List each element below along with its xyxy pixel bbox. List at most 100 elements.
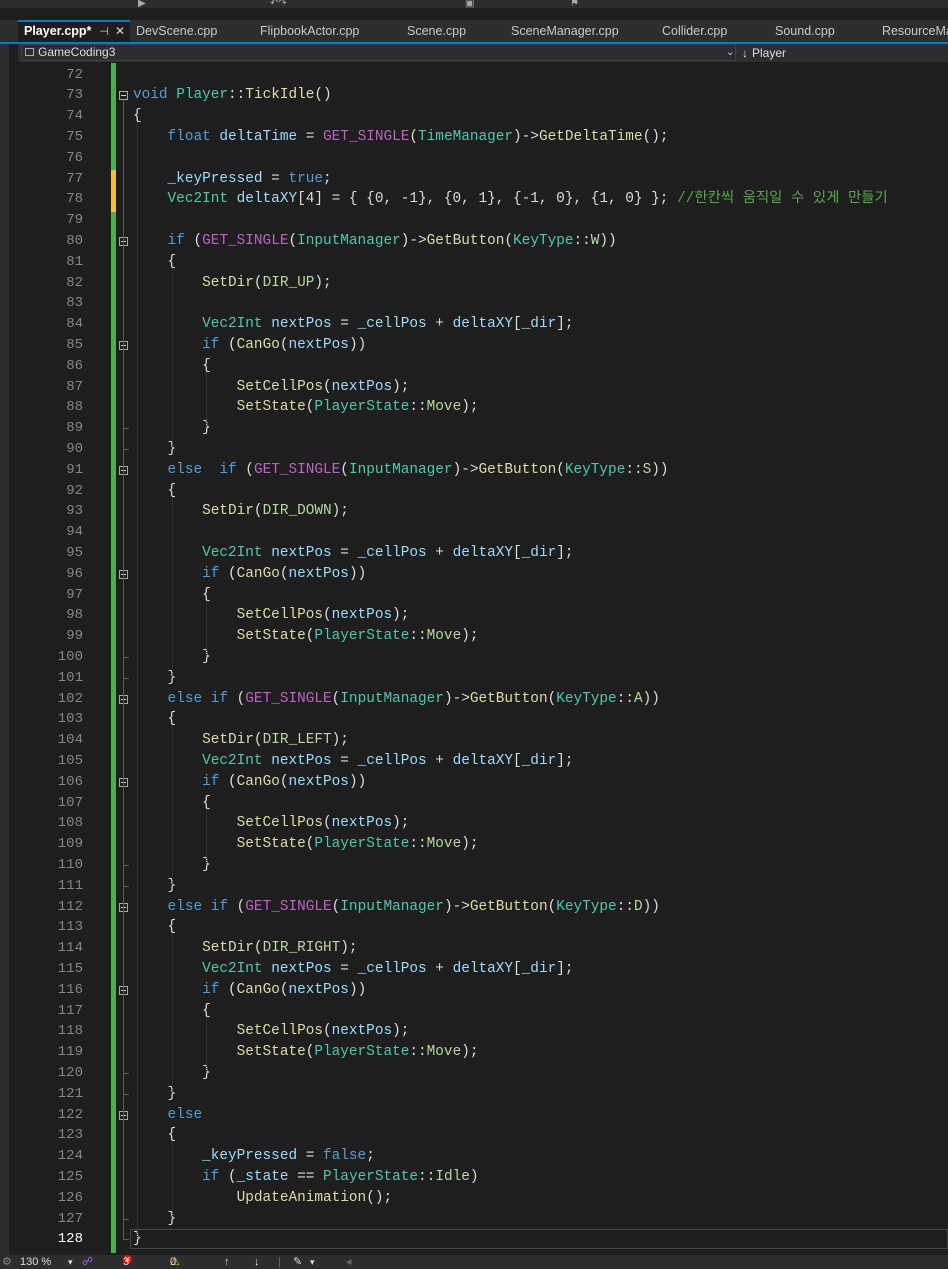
- code-line[interactable]: if (CanGo(nextPos)): [133, 335, 366, 356]
- outline-end: [123, 677, 129, 679]
- code-token: InputManager: [297, 232, 401, 249]
- pin-icon[interactable]: ⊣: [99, 26, 109, 38]
- code-line[interactable]: else if (GET_SINGLE(InputManager)->GetBu…: [133, 897, 660, 918]
- code-token: Vec2Int: [202, 752, 263, 769]
- code-line[interactable]: SetCellPos(nextPos);: [133, 605, 410, 626]
- code-token: if: [202, 565, 220, 582]
- code-token: )): [348, 981, 367, 998]
- code-line[interactable]: {: [133, 1125, 177, 1146]
- line-number: 111: [57, 877, 83, 894]
- code-line[interactable]: }: [133, 668, 177, 689]
- code-line[interactable]: Vec2Int nextPos = _cellPos + deltaXY[_di…: [133, 959, 573, 980]
- play-icon[interactable]: ▶: [138, 0, 146, 8]
- code-token: ::: [573, 232, 591, 249]
- previous-issue-icon[interactable]: ↑: [224, 1255, 230, 1269]
- code-line[interactable]: SetCellPos(nextPos);: [133, 377, 410, 398]
- code-token: (: [228, 690, 246, 707]
- code-line[interactable]: SetState(PlayerState::Move);: [133, 834, 479, 855]
- tab-scene-cpp[interactable]: Scene.cpp: [401, 20, 505, 42]
- code-line[interactable]: }: [133, 1084, 177, 1105]
- code-line[interactable]: SetState(PlayerState::Move);: [133, 1042, 479, 1063]
- tab-resourcemanager-cpp[interactable]: ResourceManager.cpp: [876, 20, 948, 42]
- code-line[interactable]: Vec2Int nextPos = _cellPos + deltaXY[_di…: [133, 543, 573, 564]
- code-line[interactable]: SetState(PlayerState::Move);: [133, 397, 479, 418]
- code-line[interactable]: if (CanGo(nextPos)): [133, 772, 366, 793]
- code-line[interactable]: SetDir(DIR_DOWN);: [133, 501, 349, 522]
- code-line[interactable]: SetDir(DIR_RIGHT);: [133, 938, 357, 959]
- code-token: (: [323, 607, 332, 624]
- code-token: +: [426, 544, 453, 561]
- tab-flipbookactor-cpp[interactable]: FlipbookActor.cpp: [254, 20, 401, 42]
- zoom-level[interactable]: 130 %: [20, 1255, 51, 1269]
- line-number: 79: [66, 212, 83, 229]
- line-number: 100: [57, 648, 83, 665]
- line-number: 86: [66, 357, 83, 374]
- code-line[interactable]: SetDir(DIR_UP);: [133, 273, 332, 294]
- bookmark-icon[interactable]: ⚑: [570, 0, 579, 8]
- code-token: ];: [556, 316, 574, 333]
- code-line[interactable]: else if (GET_SINGLE(InputManager)->GetBu…: [133, 460, 669, 481]
- code-token: [: [513, 960, 522, 977]
- code-token: PlayerState: [314, 836, 410, 853]
- code-token: GET_SINGLE: [323, 128, 410, 145]
- code-line[interactable]: {: [133, 917, 177, 938]
- code-line[interactable]: Vec2Int nextPos = _cellPos + deltaXY[_di…: [133, 751, 573, 772]
- next-issue-icon[interactable]: ↓: [254, 1255, 260, 1269]
- tab-player-cpp[interactable]: Player.cpp* ⊣ ✕: [18, 20, 130, 42]
- step-icons[interactable]: ↶↷: [270, 0, 287, 8]
- code-line[interactable]: _keyPressed = false;: [133, 1146, 375, 1167]
- code-token: GetDeltaTime: [538, 128, 643, 145]
- brush-icon[interactable]: ✎: [293, 1255, 302, 1269]
- zoom-dropdown-icon[interactable]: ▾: [68, 1255, 73, 1269]
- collapse-icon[interactable]: [119, 91, 128, 101]
- code-line[interactable]: else: [133, 1105, 203, 1126]
- line-number: 87: [66, 378, 83, 395]
- code-line[interactable]: {: [133, 252, 177, 273]
- indent-guide: [172, 267, 173, 447]
- tab-sound-cpp[interactable]: Sound.cpp: [769, 20, 876, 42]
- code-line[interactable]: }: [133, 1209, 177, 1230]
- tab-collider-cpp[interactable]: Collider.cpp: [656, 20, 769, 42]
- tab-scenemanager-cpp[interactable]: SceneManager.cpp: [505, 20, 656, 42]
- code-line[interactable]: {: [133, 481, 177, 502]
- close-icon[interactable]: ✕: [115, 24, 125, 38]
- code-line[interactable]: if (CanGo(nextPos)): [133, 980, 366, 1001]
- brush-dropdown-icon[interactable]: ▾: [310, 1255, 315, 1269]
- code-token: Idle: [435, 1168, 470, 1185]
- indent-guide: [172, 933, 173, 1092]
- code-line[interactable]: SetCellPos(nextPos);: [133, 813, 410, 834]
- line-number: 127: [57, 1210, 83, 1227]
- code-line[interactable]: void Player::TickIdle(): [133, 85, 332, 106]
- code-line[interactable]: SetState(PlayerState::Move);: [133, 626, 479, 647]
- code-token: );: [392, 1023, 410, 1040]
- code-token: DIR_RIGHT: [262, 940, 341, 957]
- code-token: TickIdle: [245, 87, 315, 104]
- scope-dropdown[interactable]: ↓ Player: [742, 44, 786, 62]
- code-line[interactable]: }: [133, 439, 177, 460]
- code-token: ::: [625, 461, 643, 478]
- code-line[interactable]: SetDir(DIR_LEFT);: [133, 730, 349, 751]
- chevron-down-icon[interactable]: ⌄: [726, 44, 734, 62]
- code-line[interactable]: float deltaTime = GET_SINGLE(TimeManager…: [133, 127, 669, 148]
- code-line[interactable]: else if (GET_SINGLE(InputManager)->GetBu…: [133, 689, 660, 710]
- code-line[interactable]: Vec2Int nextPos = _cellPos + deltaXY[_di…: [133, 314, 574, 335]
- code-line[interactable]: SetCellPos(nextPos);: [133, 1021, 410, 1042]
- code-token: if: [210, 690, 229, 707]
- scroll-left-icon[interactable]: ◂: [346, 1255, 352, 1269]
- code-line[interactable]: }: [133, 876, 177, 897]
- code-line[interactable]: _keyPressed = true;: [133, 169, 332, 190]
- code-line[interactable]: if (GET_SINGLE(InputManager)->GetButton(…: [133, 231, 617, 252]
- code-line[interactable]: {: [133, 709, 177, 730]
- save-icon[interactable]: ▣: [465, 0, 474, 8]
- code-line[interactable]: if (CanGo(nextPos)): [133, 564, 366, 585]
- code-line[interactable]: Vec2Int deltaXY[4] = { {0, -1}, {0, 1}, …: [133, 189, 888, 210]
- code-line[interactable]: if (_state == PlayerState::Idle): [133, 1167, 478, 1188]
- project-dropdown[interactable]: GameCoding3: [21, 44, 736, 61]
- line-number: 113: [57, 919, 83, 936]
- tab-devscene-cpp[interactable]: DevScene.cpp: [130, 20, 254, 42]
- separator: |: [278, 1256, 281, 1268]
- code-token: ;: [323, 170, 332, 187]
